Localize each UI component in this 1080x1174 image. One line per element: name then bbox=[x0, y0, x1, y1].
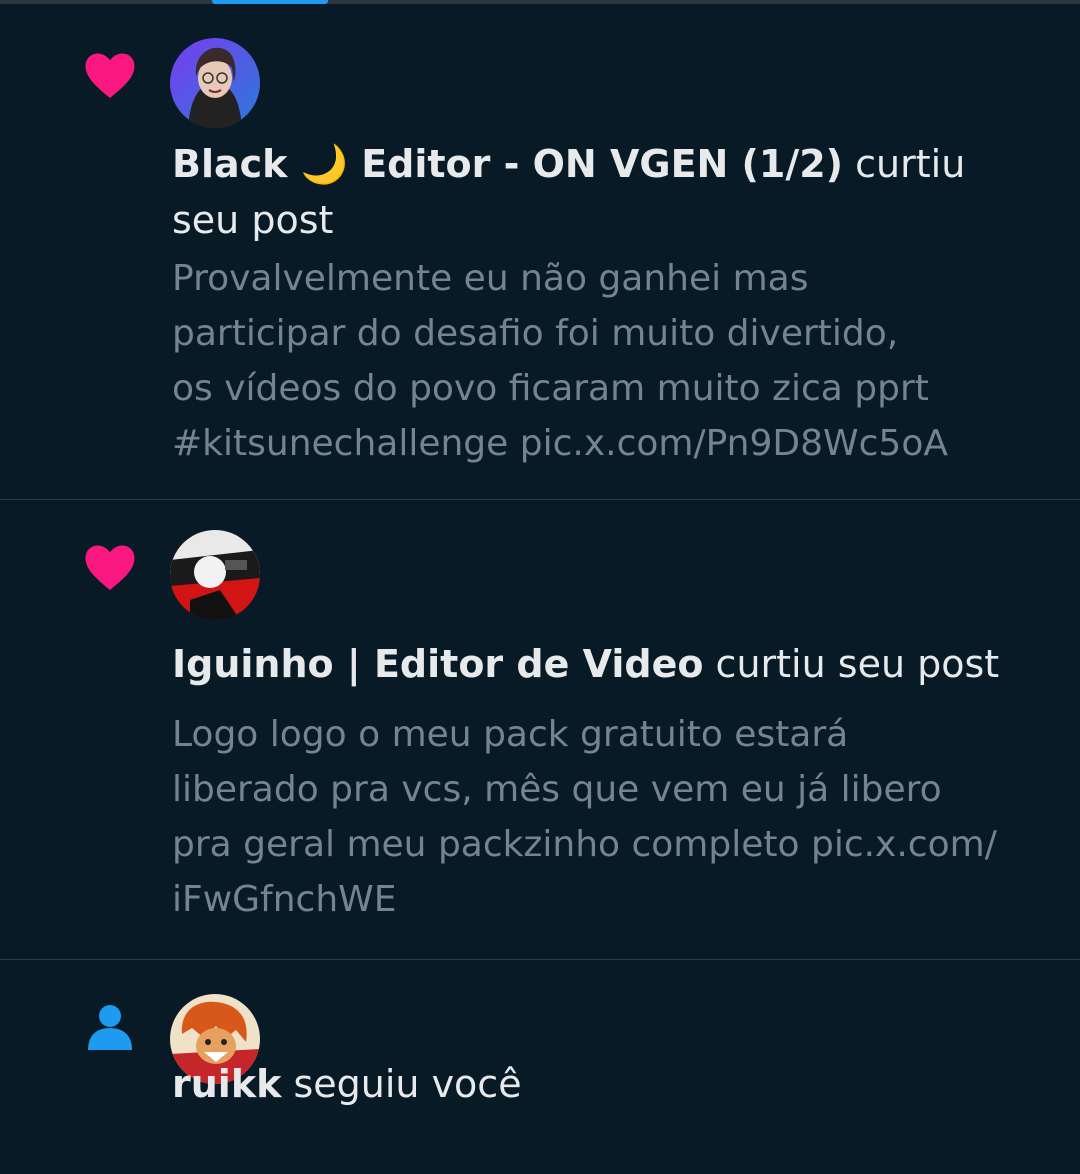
post-excerpt[interactable]: Logo logo o meu pack gratuito estará lib… bbox=[172, 707, 1032, 927]
post-excerpt[interactable]: Provalvelmente eu não ganhei mas partici… bbox=[172, 251, 1032, 471]
notification-text: Iguinho | Editor de Video curtiu seu pos… bbox=[172, 636, 1022, 692]
notification-text: ruikk seguiu você bbox=[172, 1056, 1022, 1112]
person-icon bbox=[80, 996, 140, 1056]
notification-text: Black 🌙 Editor - ON VGEN (1/2) curtiu se… bbox=[172, 136, 1022, 248]
avatar[interactable] bbox=[170, 38, 260, 128]
action-text: curtiu seu post bbox=[715, 642, 1000, 686]
action-text: seguiu você bbox=[293, 1062, 522, 1106]
heart-icon bbox=[80, 44, 140, 104]
notification-item[interactable]: Iguinho | Editor de Video curtiu seu pos… bbox=[0, 500, 1080, 960]
heart-icon bbox=[80, 536, 140, 596]
notification-item[interactable]: ruikk seguiu você bbox=[0, 960, 1080, 1174]
user-name[interactable]: ruikk bbox=[172, 1062, 281, 1106]
user-name[interactable]: Black 🌙 Editor - ON VGEN (1/2) bbox=[172, 142, 843, 186]
user-name[interactable]: Iguinho | Editor de Video bbox=[172, 642, 703, 686]
notifications-feed: Black 🌙 Editor - ON VGEN (1/2) curtiu se… bbox=[0, 4, 1080, 1174]
notification-item[interactable]: Black 🌙 Editor - ON VGEN (1/2) curtiu se… bbox=[0, 4, 1080, 500]
avatar[interactable] bbox=[170, 530, 260, 620]
